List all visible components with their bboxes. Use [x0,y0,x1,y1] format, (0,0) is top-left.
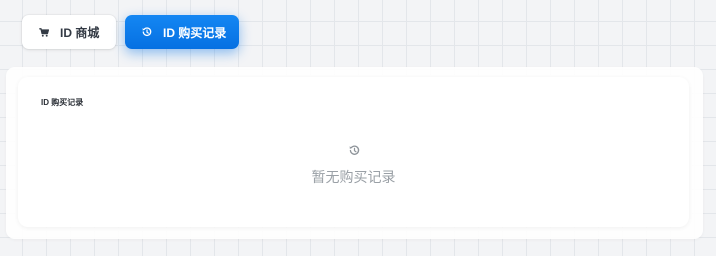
tab-id-purchase-records[interactable]: ID 购买记录 [125,15,239,49]
records-card: ID 购买记录 暂无购买记录 [18,77,689,227]
tab-id-purchase-records-label: ID 购买记录 [163,25,227,40]
history-icon [348,144,360,156]
tab-bar: ID 商城 ID 购买记录 [22,15,239,49]
empty-state-text: 暂无购买记录 [311,169,396,185]
tab-id-shop[interactable]: ID 商城 [22,15,116,49]
cart-icon [39,27,49,37]
section-title: ID 购买记录 [41,98,84,107]
history-icon [142,27,152,37]
records-panel: ID 购买记录 暂无购买记录 [6,67,703,239]
tab-id-shop-label: ID 商城 [60,25,100,40]
